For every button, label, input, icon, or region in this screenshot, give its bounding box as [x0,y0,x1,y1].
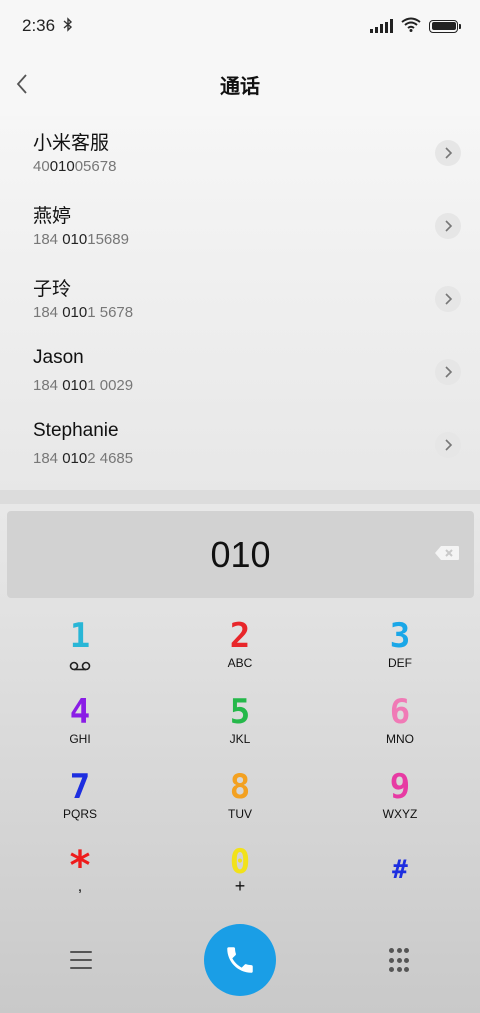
chevron-right-icon [445,147,453,159]
key-letters: MNO [386,732,414,746]
key-digit: # [392,855,408,885]
bluetooth-icon [63,16,73,36]
chevron-left-icon [16,74,27,94]
key-hash[interactable]: # [320,852,480,926]
key-digit: 2 [229,616,251,656]
chevron-right-icon [445,439,453,451]
status-bar: 2:36 [0,0,480,52]
contact-name: Jason [33,347,84,368]
key-0[interactable]: 0 + [160,844,320,918]
backspace-button[interactable] [431,537,463,569]
chevron-right-icon [445,293,453,305]
key-letters: + [234,876,246,896]
contact-row[interactable]: 子玲 184 0101 5678 [0,262,480,335]
key-9[interactable]: 9 WXYZ [320,769,480,843]
key-digit: 5 [229,692,251,732]
call-button[interactable] [204,924,276,996]
battery-icon [429,19,461,33]
dial-display: 010 [7,511,474,598]
contact-number: 184 0102 4685 [33,450,134,467]
contact-detail-button[interactable] [435,213,461,239]
contact-name: 子玲 [33,279,72,300]
contact-list: 小米客服 4001005678 燕婷 184 01015689 子玲 184 0… [0,116,480,492]
key-digit: 1 [69,616,91,656]
voicemail-icon [69,656,91,675]
divider [0,490,480,504]
contact-number: 184 0101 5678 [33,304,134,321]
phone-icon [227,947,253,973]
contact-detail-button[interactable] [435,432,461,458]
key-5[interactable]: 5 JKL [160,694,320,768]
key-4[interactable]: 4 GHI [0,694,160,768]
title-bar: 通话 [0,58,480,110]
contact-row[interactable]: 燕婷 184 01015689 [0,189,480,262]
dialpad-icon[interactable] [388,948,410,974]
signal-icon [370,19,393,33]
key-digit: 0 [229,842,251,882]
wifi-icon [401,17,421,36]
contact-number: 184 01015689 [33,231,129,248]
key-2[interactable]: 2 ABC [160,618,320,692]
contact-row[interactable]: Jason 184 0101 0029 [0,335,480,408]
contact-number: 184 0101 0029 [33,377,134,394]
key-letters: , [77,878,83,895]
key-8[interactable]: 8 TUV [160,769,320,843]
contact-name: 小米客服 [33,133,110,154]
key-digit: 4 [69,692,91,732]
chevron-right-icon [445,220,453,232]
contact-row[interactable]: 小米客服 4001005678 [0,116,480,189]
key-letters: TUV [228,807,252,821]
status-time: 2:36 [22,16,56,35]
contact-name: Stephanie [33,420,119,441]
page-title: 通话 [220,73,260,98]
key-letters: JKL [229,732,251,746]
contact-name: 燕婷 [33,206,72,227]
key-letters: GHI [69,732,91,746]
contact-detail-button[interactable] [435,140,461,166]
chevron-right-icon [445,366,453,378]
key-letters: WXYZ [382,807,418,821]
key-1[interactable]: 1 [0,618,160,692]
key-digit: 7 [69,767,91,807]
key-digit: 9 [389,767,411,807]
contact-number: 4001005678 [33,158,117,175]
contact-detail-button[interactable] [435,359,461,385]
key-6[interactable]: 6 MNO [320,694,480,768]
backspace-icon [435,546,459,560]
key-3[interactable]: 3 DEF [320,618,480,692]
back-button[interactable] [6,66,38,102]
key-letters: ABC [227,656,253,670]
contact-detail-button[interactable] [435,286,461,312]
contact-row[interactable]: Stephanie 184 0102 4685 [0,408,480,481]
key-letters: PQRS [62,807,97,821]
menu-icon[interactable] [66,948,96,972]
key-letters: DEF [388,656,412,670]
key-digit: 6 [389,692,411,732]
key-7[interactable]: 7 PQRS [0,769,160,843]
dialed-number: 010 [210,533,271,575]
bottom-bar [0,920,480,1013]
key-digit: 8 [229,767,251,807]
key-star[interactable]: * , [0,846,160,922]
key-digit: 3 [389,616,411,656]
